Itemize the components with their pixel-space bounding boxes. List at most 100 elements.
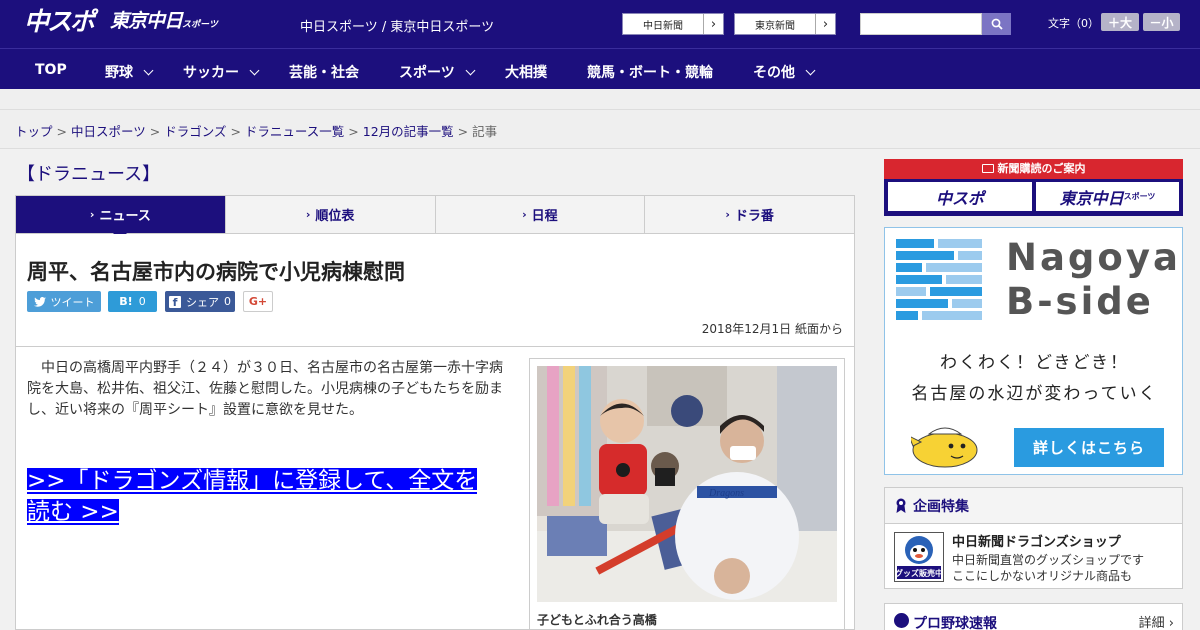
facebook-share-button[interactable]: f シェア 0 xyxy=(165,291,235,312)
chevron-right-icon: › xyxy=(815,14,835,34)
newspaper-icon xyxy=(981,164,994,173)
bside-title-line-1: Nagoya xyxy=(1006,236,1181,279)
font-smaller-button[interactable]: －小 xyxy=(1143,13,1180,31)
nav-item-other[interactable]: その他 xyxy=(753,62,816,82)
chevron-right-icon: › xyxy=(89,208,95,221)
breadcrumb-link-top[interactable]: トップ xyxy=(15,124,53,139)
hatena-count: 0 xyxy=(138,295,146,308)
chevron-down-icon xyxy=(249,65,260,76)
tab-news[interactable]: › ニュース xyxy=(16,196,226,240)
breadcrumb-separator: > xyxy=(230,124,241,139)
tokyo-chunichi-logo-text: 東京中日 xyxy=(110,10,183,32)
nav-item-sumo[interactable]: 大相撲 xyxy=(505,62,547,82)
shop-description-line-1: 中日新聞直営のグッズショップです xyxy=(952,553,1145,567)
dragons-shop-link[interactable]: 中日新聞ドラゴンズショップ xyxy=(952,531,1121,550)
breadcrumb-separator: > xyxy=(149,124,161,139)
chuspo-logo[interactable]: 中スポ xyxy=(24,9,95,34)
breadcrumb: トップ > 中日スポーツ > ドラゴンズ > ドラニュース一覧 > 12月の記事… xyxy=(15,121,497,140)
bside-tagline-2: 名古屋の水辺が変わっていく xyxy=(911,384,1158,404)
chunichi-shimbun-link[interactable]: 中日新聞 › xyxy=(622,13,724,35)
chevron-right-icon: › xyxy=(703,14,723,34)
chunichi-shimbun-label: 中日新聞 xyxy=(643,20,683,32)
search-input[interactable] xyxy=(860,13,982,35)
article-photo[interactable]: Dragons 子どもとふれ合う高橋 xyxy=(529,358,845,630)
subscribe-chuspo-button[interactable]: 中スポ xyxy=(888,182,1032,211)
font-bigger-button[interactable]: ＋大 xyxy=(1101,13,1139,31)
article-headline: 周平、名古屋市内の病院で小児病棟慰問 xyxy=(27,260,405,284)
breadcrumb-link-chunichi-sports[interactable]: 中日スポーツ xyxy=(71,124,146,139)
subscribe-tokyo-label: 東京中日 xyxy=(1059,188,1124,208)
nagoya-bside-ad[interactable]: Nagoya B-side わくわく！どきどき！ 名古屋の水辺が変わっていく 詳… xyxy=(884,227,1183,475)
tab-standings[interactable]: › 順位表 xyxy=(226,196,436,233)
tweet-button[interactable]: ツイート xyxy=(27,291,101,312)
photo-jersey-text: Dragons xyxy=(708,488,744,499)
special-features-header: 企画特集 xyxy=(885,488,1182,524)
breadcrumb-link-dra-news-list[interactable]: ドラニュース一覧 xyxy=(245,124,344,139)
subscription-header-text: 新聞購読のご案内 xyxy=(997,162,1086,175)
tab-dora-ban[interactable]: › ドラ番 xyxy=(645,196,854,233)
baseball-icon xyxy=(894,613,909,628)
search-icon xyxy=(991,18,1003,30)
facebook-icon: f xyxy=(169,295,181,309)
pro-baseball-detail-link[interactable]: 詳細 › xyxy=(1139,612,1174,630)
divider xyxy=(0,109,1200,110)
article-body: 中日の高橋周平内野手（２４）が３０日、名古屋市の名古屋第一赤十字病院を大島、松井… xyxy=(15,347,855,630)
site-name: 中日スポーツ / 東京中日スポーツ xyxy=(300,20,495,35)
dragons-shop-thumbnail[interactable]: グッズ販売中 xyxy=(894,532,944,582)
tokyo-chunichi-logo[interactable]: 東京中日スポーツ xyxy=(110,12,218,31)
breadcrumb-separator: > xyxy=(457,124,469,139)
facebook-share-label: シェア xyxy=(186,295,219,309)
google-plus-button[interactable]: G+ xyxy=(243,291,273,312)
special-features-box: 企画特集 グッズ販売中 中日新聞ドラゴンズショップ 中日新聞直営のグッズショップ… xyxy=(884,487,1183,589)
font-size-label: 文字（0） xyxy=(1048,17,1099,30)
nav-item-label: 野球 xyxy=(105,65,133,81)
nav-item-label: 大相撲 xyxy=(505,65,547,81)
breadcrumb-link-dragons[interactable]: ドラゴンズ xyxy=(164,124,226,139)
tab-label: 順位表 xyxy=(315,209,355,224)
nav-item-label: 競馬・ボート・競輪 xyxy=(587,65,713,81)
tab-schedule[interactable]: › 日程 xyxy=(436,196,646,233)
tokyo-shimbun-link[interactable]: 東京新聞 › xyxy=(734,13,836,35)
nav-item-label: 芸能・社会 xyxy=(289,65,359,81)
nav-item-top[interactable]: TOP xyxy=(35,62,67,78)
special-features-title: 企画特集 xyxy=(913,498,969,515)
nav-item-baseball[interactable]: 野球 xyxy=(105,62,154,82)
photo-caption: 子どもとふれ合う高橋 xyxy=(537,613,657,627)
subscription-header: 新聞購読のご案内 xyxy=(884,159,1183,179)
section-title: 【ドラニュース】 xyxy=(17,164,161,185)
nav-item-label: TOP xyxy=(35,62,67,78)
nav-item-entertainment[interactable]: 芸能・社会 xyxy=(289,62,359,82)
chevron-down-icon xyxy=(143,65,154,76)
subscribe-tokyo-chunichi-button[interactable]: 東京中日 スポーツ xyxy=(1036,182,1179,211)
brick-wall-icon xyxy=(896,239,982,320)
shop-badge-text: グッズ販売中 xyxy=(895,568,943,578)
nav-item-label: その他 xyxy=(753,65,795,81)
nav-item-sports[interactable]: スポーツ xyxy=(399,62,476,82)
article-header: 周平、名古屋市内の病院で小児病棟慰問 ツイート B! 0 f シェア 0 G+ … xyxy=(15,234,855,347)
nav-item-label: サッカー xyxy=(183,65,239,81)
hatena-bookmark-button[interactable]: B! 0 xyxy=(108,291,157,312)
breadcrumb-separator: > xyxy=(348,124,359,139)
bside-title: Nagoya B-side xyxy=(1006,236,1181,324)
photo-image: Dragons xyxy=(537,366,837,602)
register-read-more-link[interactable]: >>「ドラゴンズ情報」に登録して、全文を読む >> xyxy=(27,466,497,528)
chevron-down-icon xyxy=(805,65,816,76)
pro-baseball-title: プロ野球速報 xyxy=(913,616,997,630)
subscribe-tokyo-small: スポーツ xyxy=(1123,192,1156,201)
tokyo-chunichi-logo-small: スポーツ xyxy=(182,20,218,30)
article-lead-text: 中日の高橋周平内野手（２４）が３０日、名古屋市の名古屋第一赤十字病院を大島、松井… xyxy=(27,360,503,418)
register-read-more-text: >>「ドラゴンズ情報」に登録して、全文を読む >> xyxy=(27,468,478,525)
nav-item-soccer[interactable]: サッカー xyxy=(183,62,260,82)
tab-label: 日程 xyxy=(531,209,558,224)
nav-item-racing[interactable]: 競馬・ボート・競輪 xyxy=(587,62,713,82)
ebifurai-mascot-icon xyxy=(911,427,978,468)
bside-details-button[interactable]: 詳しくはこちら xyxy=(1014,428,1164,467)
chevron-down-icon xyxy=(465,65,476,76)
twitter-icon xyxy=(33,296,46,307)
breadcrumb-separator: > xyxy=(56,124,67,139)
newspaper-subscription-banner[interactable]: 新聞購読のご案内 中スポ 東京中日 スポーツ xyxy=(884,159,1183,216)
breadcrumb-link-december-list[interactable]: 12月の記事一覧 xyxy=(363,124,454,139)
search-button[interactable] xyxy=(982,13,1011,35)
pro-baseball-live-box: プロ野球速報 詳細 › xyxy=(884,603,1183,630)
main-nav: TOP 野球 サッカー 芸能・社会 スポーツ 大相撲 競馬・ボート・競輪 その他 xyxy=(0,48,1200,89)
